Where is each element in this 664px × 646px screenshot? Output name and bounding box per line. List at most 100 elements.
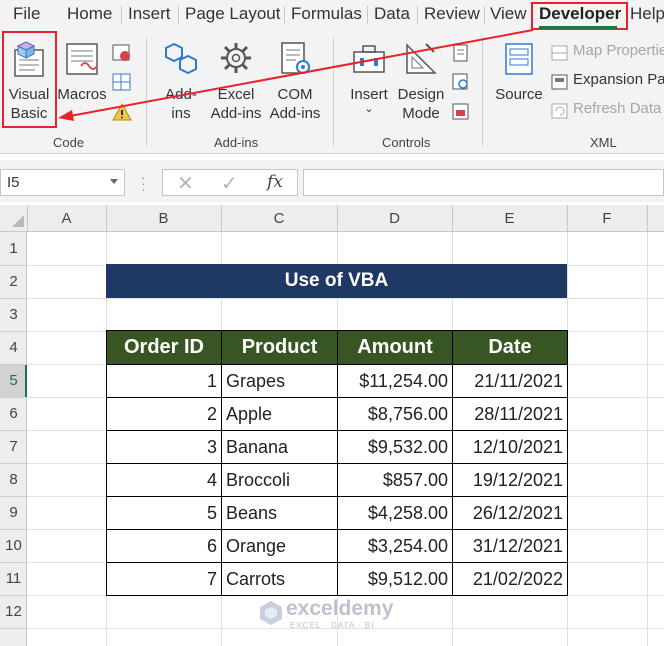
row-header-11[interactable]: 11 xyxy=(0,570,27,587)
add-ins-button[interactable]: Add- ins xyxy=(158,38,204,123)
row-header-3[interactable]: 3 xyxy=(0,306,27,323)
cell-order-id[interactable]: 4 xyxy=(106,463,222,497)
properties-icon[interactable] xyxy=(451,43,471,68)
group-divider xyxy=(333,38,334,146)
insert-function-icon[interactable]: fx xyxy=(267,172,283,192)
column-header-d[interactable]: D xyxy=(337,210,452,227)
cell-date[interactable]: 21/02/2022 xyxy=(452,562,568,596)
table-row: 7 Carrots $9,512.00 21/02/2022 xyxy=(106,562,568,596)
cell-amount[interactable]: $4,258.00 xyxy=(337,496,453,530)
row-divider xyxy=(0,529,27,530)
tab-divider xyxy=(484,6,485,24)
cell-date[interactable]: 28/11/2021 xyxy=(452,397,568,431)
source-button[interactable]: Source xyxy=(494,38,544,104)
cell-order-id[interactable]: 7 xyxy=(106,562,222,596)
row-header-7[interactable]: 7 xyxy=(0,438,27,455)
name-box-dropdown-icon[interactable] xyxy=(110,179,118,184)
select-all-icon[interactable] xyxy=(12,215,24,227)
record-macro-icon[interactable] xyxy=(111,43,133,68)
cell-date[interactable]: 26/12/2021 xyxy=(452,496,568,530)
insert-dropdown-icon: ⌄ xyxy=(364,103,374,115)
cell-product[interactable]: Orange xyxy=(221,529,338,563)
insert-control-label: Insert xyxy=(350,86,388,103)
header-product[interactable]: Product xyxy=(221,330,338,365)
tab-home[interactable]: Home xyxy=(67,4,112,24)
tab-review[interactable]: Review xyxy=(424,4,480,24)
row-header-4[interactable]: 4 xyxy=(0,339,27,356)
excel-add-ins-button[interactable]: Excel Add-ins xyxy=(206,38,266,123)
cell-order-id[interactable]: 6 xyxy=(106,529,222,563)
row-header-12[interactable]: 12 xyxy=(0,603,27,620)
cell-date[interactable]: 31/12/2021 xyxy=(452,529,568,563)
tab-insert[interactable]: Insert xyxy=(128,4,171,24)
column-divider xyxy=(647,205,648,232)
column-header-f[interactable]: F xyxy=(567,210,647,227)
tab-formulas[interactable]: Formulas xyxy=(291,4,362,24)
tab-page-layout[interactable]: Page Layout xyxy=(185,4,280,24)
cell-product[interactable]: Beans xyxy=(221,496,338,530)
cell-product[interactable]: Banana xyxy=(221,430,338,464)
com-add-ins-button[interactable]: COM Add-ins xyxy=(265,38,325,123)
cell-product[interactable]: Broccoli xyxy=(221,463,338,497)
cell-date[interactable]: 12/10/2021 xyxy=(452,430,568,464)
row-header-10[interactable]: 10 xyxy=(0,537,27,554)
cell-order-id[interactable]: 1 xyxy=(106,364,222,398)
row-header-6[interactable]: 6 xyxy=(0,405,27,422)
cell-amount[interactable]: $9,512.00 xyxy=(337,562,453,596)
expansion-packs-icon[interactable] xyxy=(550,72,570,97)
header-date[interactable]: Date xyxy=(452,330,568,365)
row-header-9[interactable]: 9 xyxy=(0,504,27,521)
column-header-e[interactable]: E xyxy=(452,210,567,227)
cell-amount[interactable]: $8,756.00 xyxy=(337,397,453,431)
gear-icon xyxy=(221,43,251,73)
formula-bar-grip-icon[interactable]: · · · xyxy=(141,170,146,196)
expansion-packs-label[interactable]: Expansion Packs xyxy=(573,71,664,88)
column-header-b[interactable]: B xyxy=(106,210,221,227)
map-properties-label[interactable]: Map Properties xyxy=(573,42,664,59)
column-header-a[interactable]: A xyxy=(27,210,106,227)
cell-amount[interactable]: $3,254.00 xyxy=(337,529,453,563)
cell-amount[interactable]: $857.00 xyxy=(337,463,453,497)
row-header-1[interactable]: 1 xyxy=(0,240,27,257)
insert-control-button[interactable]: Insert ⌄ xyxy=(344,38,394,115)
cell-amount[interactable]: $9,532.00 xyxy=(337,430,453,464)
cell-date[interactable]: 19/12/2021 xyxy=(452,463,568,497)
cell-order-id[interactable]: 3 xyxy=(106,430,222,464)
row-header-2[interactable]: 2 xyxy=(0,273,27,290)
view-code-icon[interactable] xyxy=(451,72,471,97)
design-mode-button[interactable]: Design Mode xyxy=(396,38,446,123)
name-box[interactable]: I5 xyxy=(0,169,125,196)
cancel-icon[interactable]: ✕ xyxy=(177,171,194,196)
sheet-title[interactable]: Use of VBA xyxy=(106,264,567,298)
formula-input[interactable] xyxy=(303,169,664,196)
design-mode-label-line1: Design xyxy=(397,86,445,103)
column-header-c[interactable]: C xyxy=(221,210,337,227)
tab-data[interactable]: Data xyxy=(374,4,410,24)
macro-security-icon[interactable] xyxy=(111,102,133,127)
cell-order-id[interactable]: 5 xyxy=(106,496,222,530)
tab-file[interactable]: File xyxy=(13,4,40,24)
refresh-data-label[interactable]: Refresh Data xyxy=(573,100,661,117)
row-header-8[interactable]: 8 xyxy=(0,471,27,488)
cell-product[interactable]: Carrots xyxy=(221,562,338,596)
header-order-id[interactable]: Order ID xyxy=(106,330,222,365)
tab-view[interactable]: View xyxy=(490,4,527,24)
map-properties-icon[interactable] xyxy=(550,43,570,68)
cell-order-id[interactable]: 2 xyxy=(106,397,222,431)
row-divider xyxy=(0,265,27,266)
add-ins-label-line2: ins xyxy=(171,105,191,122)
run-dialog-icon[interactable] xyxy=(451,102,471,127)
tab-help[interactable]: Help xyxy=(630,4,664,24)
cell-product[interactable]: Apple xyxy=(221,397,338,431)
enter-icon[interactable]: ✓ xyxy=(221,171,238,196)
cell-amount[interactable]: $11,254.00 xyxy=(337,364,453,398)
cell-date[interactable]: 21/11/2021 xyxy=(452,364,568,398)
macros-button[interactable]: Macros xyxy=(56,38,108,104)
relative-references-icon[interactable] xyxy=(111,72,133,97)
header-amount[interactable]: Amount xyxy=(337,330,453,365)
cell-product[interactable]: Grapes xyxy=(221,364,338,398)
excel-add-ins-label-line2: Add-ins xyxy=(210,105,262,122)
refresh-data-icon[interactable] xyxy=(550,101,570,126)
row-header-5[interactable]: 5 xyxy=(0,372,27,389)
com-add-ins-label-line1: COM xyxy=(277,86,313,103)
